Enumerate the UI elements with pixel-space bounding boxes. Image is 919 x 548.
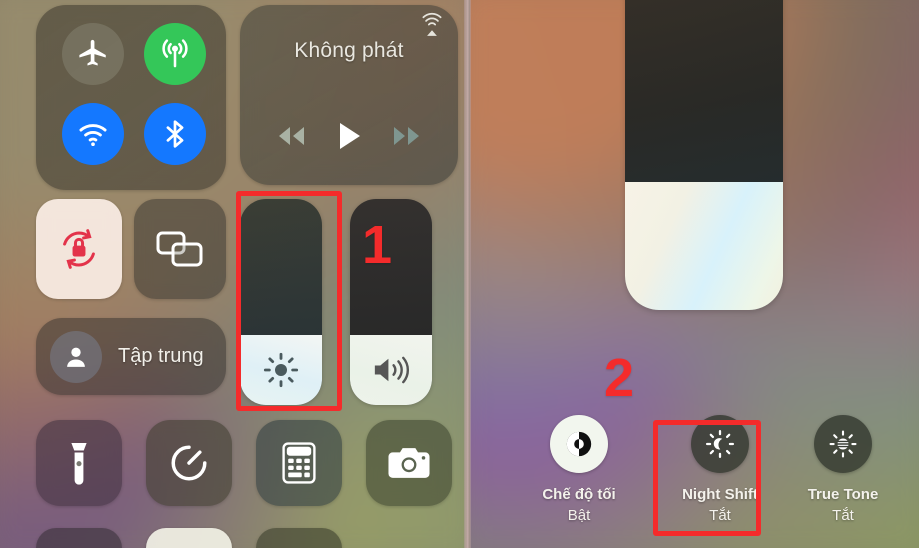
control-center-panel-left: Không phát Tập trung 1 — [0, 0, 466, 548]
calculator-button[interactable] — [256, 420, 342, 506]
true-tone-state: Tắt — [832, 507, 854, 524]
bluetooth-icon — [158, 117, 192, 151]
calculator-icon — [280, 441, 318, 485]
now-playing-title: Không phát — [294, 39, 404, 62]
wifi-button[interactable] — [62, 103, 124, 165]
true-tone-icon — [826, 427, 860, 461]
play-icon[interactable] — [334, 120, 364, 152]
rewind-icon[interactable] — [275, 123, 309, 149]
annotation-number-1: 1 — [362, 215, 393, 275]
rotation-lock-icon — [54, 224, 104, 274]
night-shift-state: Tắt — [709, 507, 731, 524]
night-shift-label: Night Shift — [682, 486, 758, 503]
night-shift-option[interactable]: Night Shift Tắt — [666, 415, 774, 524]
brightness-slider[interactable] — [240, 199, 322, 405]
focus-mode-label: Tập trung — [118, 345, 204, 367]
camera-button[interactable] — [366, 420, 452, 506]
true-tone-label: True Tone — [807, 486, 879, 503]
dark-mode-circle[interactable] — [550, 415, 608, 473]
night-shift-circle[interactable] — [691, 415, 749, 473]
partial-tile-3[interactable] — [256, 528, 342, 548]
bluetooth-button[interactable] — [144, 103, 206, 165]
brightness-sun-icon — [240, 345, 322, 395]
expanded-brightness-fill — [625, 182, 783, 310]
flashlight-icon — [59, 441, 99, 485]
control-center-panel-right: Chế độ tối Bật Night Shift Tắt True Tone… — [470, 0, 919, 548]
dark-mode-icon — [562, 427, 596, 461]
screen-mirroring-icon — [154, 227, 206, 271]
dark-mode-label: Chế độ tối — [542, 486, 616, 503]
airplay-audio-icon[interactable] — [418, 11, 446, 39]
focus-mode-button[interactable]: Tập trung — [36, 318, 226, 395]
focus-person-icon — [62, 343, 90, 371]
partial-tile-1[interactable] — [36, 528, 122, 548]
airplane-mode-button[interactable] — [62, 23, 124, 85]
expanded-brightness-slider[interactable] — [625, 0, 783, 310]
now-playing-card[interactable]: Không phát — [240, 5, 458, 185]
screenshot-root: Không phát Tập trung 1 Chế độ tối Bật Ni… — [0, 0, 919, 548]
screen-mirroring-button[interactable] — [134, 199, 226, 299]
true-tone-circle[interactable] — [814, 415, 872, 473]
wifi-icon — [76, 117, 110, 151]
cellular-icon — [157, 36, 193, 72]
dark-mode-state: Bật — [567, 507, 591, 524]
fast-forward-icon[interactable] — [389, 123, 423, 149]
dark-mode-option[interactable]: Chế độ tối Bật — [525, 415, 633, 524]
connectivity-module — [36, 5, 226, 190]
cellular-data-button[interactable] — [144, 23, 206, 85]
media-transport-controls — [240, 113, 458, 159]
timer-button[interactable] — [146, 420, 232, 506]
speaker-volume-icon — [350, 345, 432, 395]
timer-icon — [167, 441, 211, 485]
partial-tile-2[interactable] — [146, 528, 232, 548]
flashlight-button[interactable] — [36, 420, 122, 506]
focus-icon-circle — [50, 330, 102, 383]
panel-divider — [464, 0, 471, 548]
airplane-icon — [76, 37, 110, 71]
camera-icon — [386, 443, 432, 483]
rotation-lock-button[interactable] — [36, 199, 122, 299]
true-tone-option[interactable]: True Tone Tắt — [789, 415, 897, 524]
annotation-number-2: 2 — [604, 348, 635, 408]
night-shift-icon — [703, 427, 737, 461]
